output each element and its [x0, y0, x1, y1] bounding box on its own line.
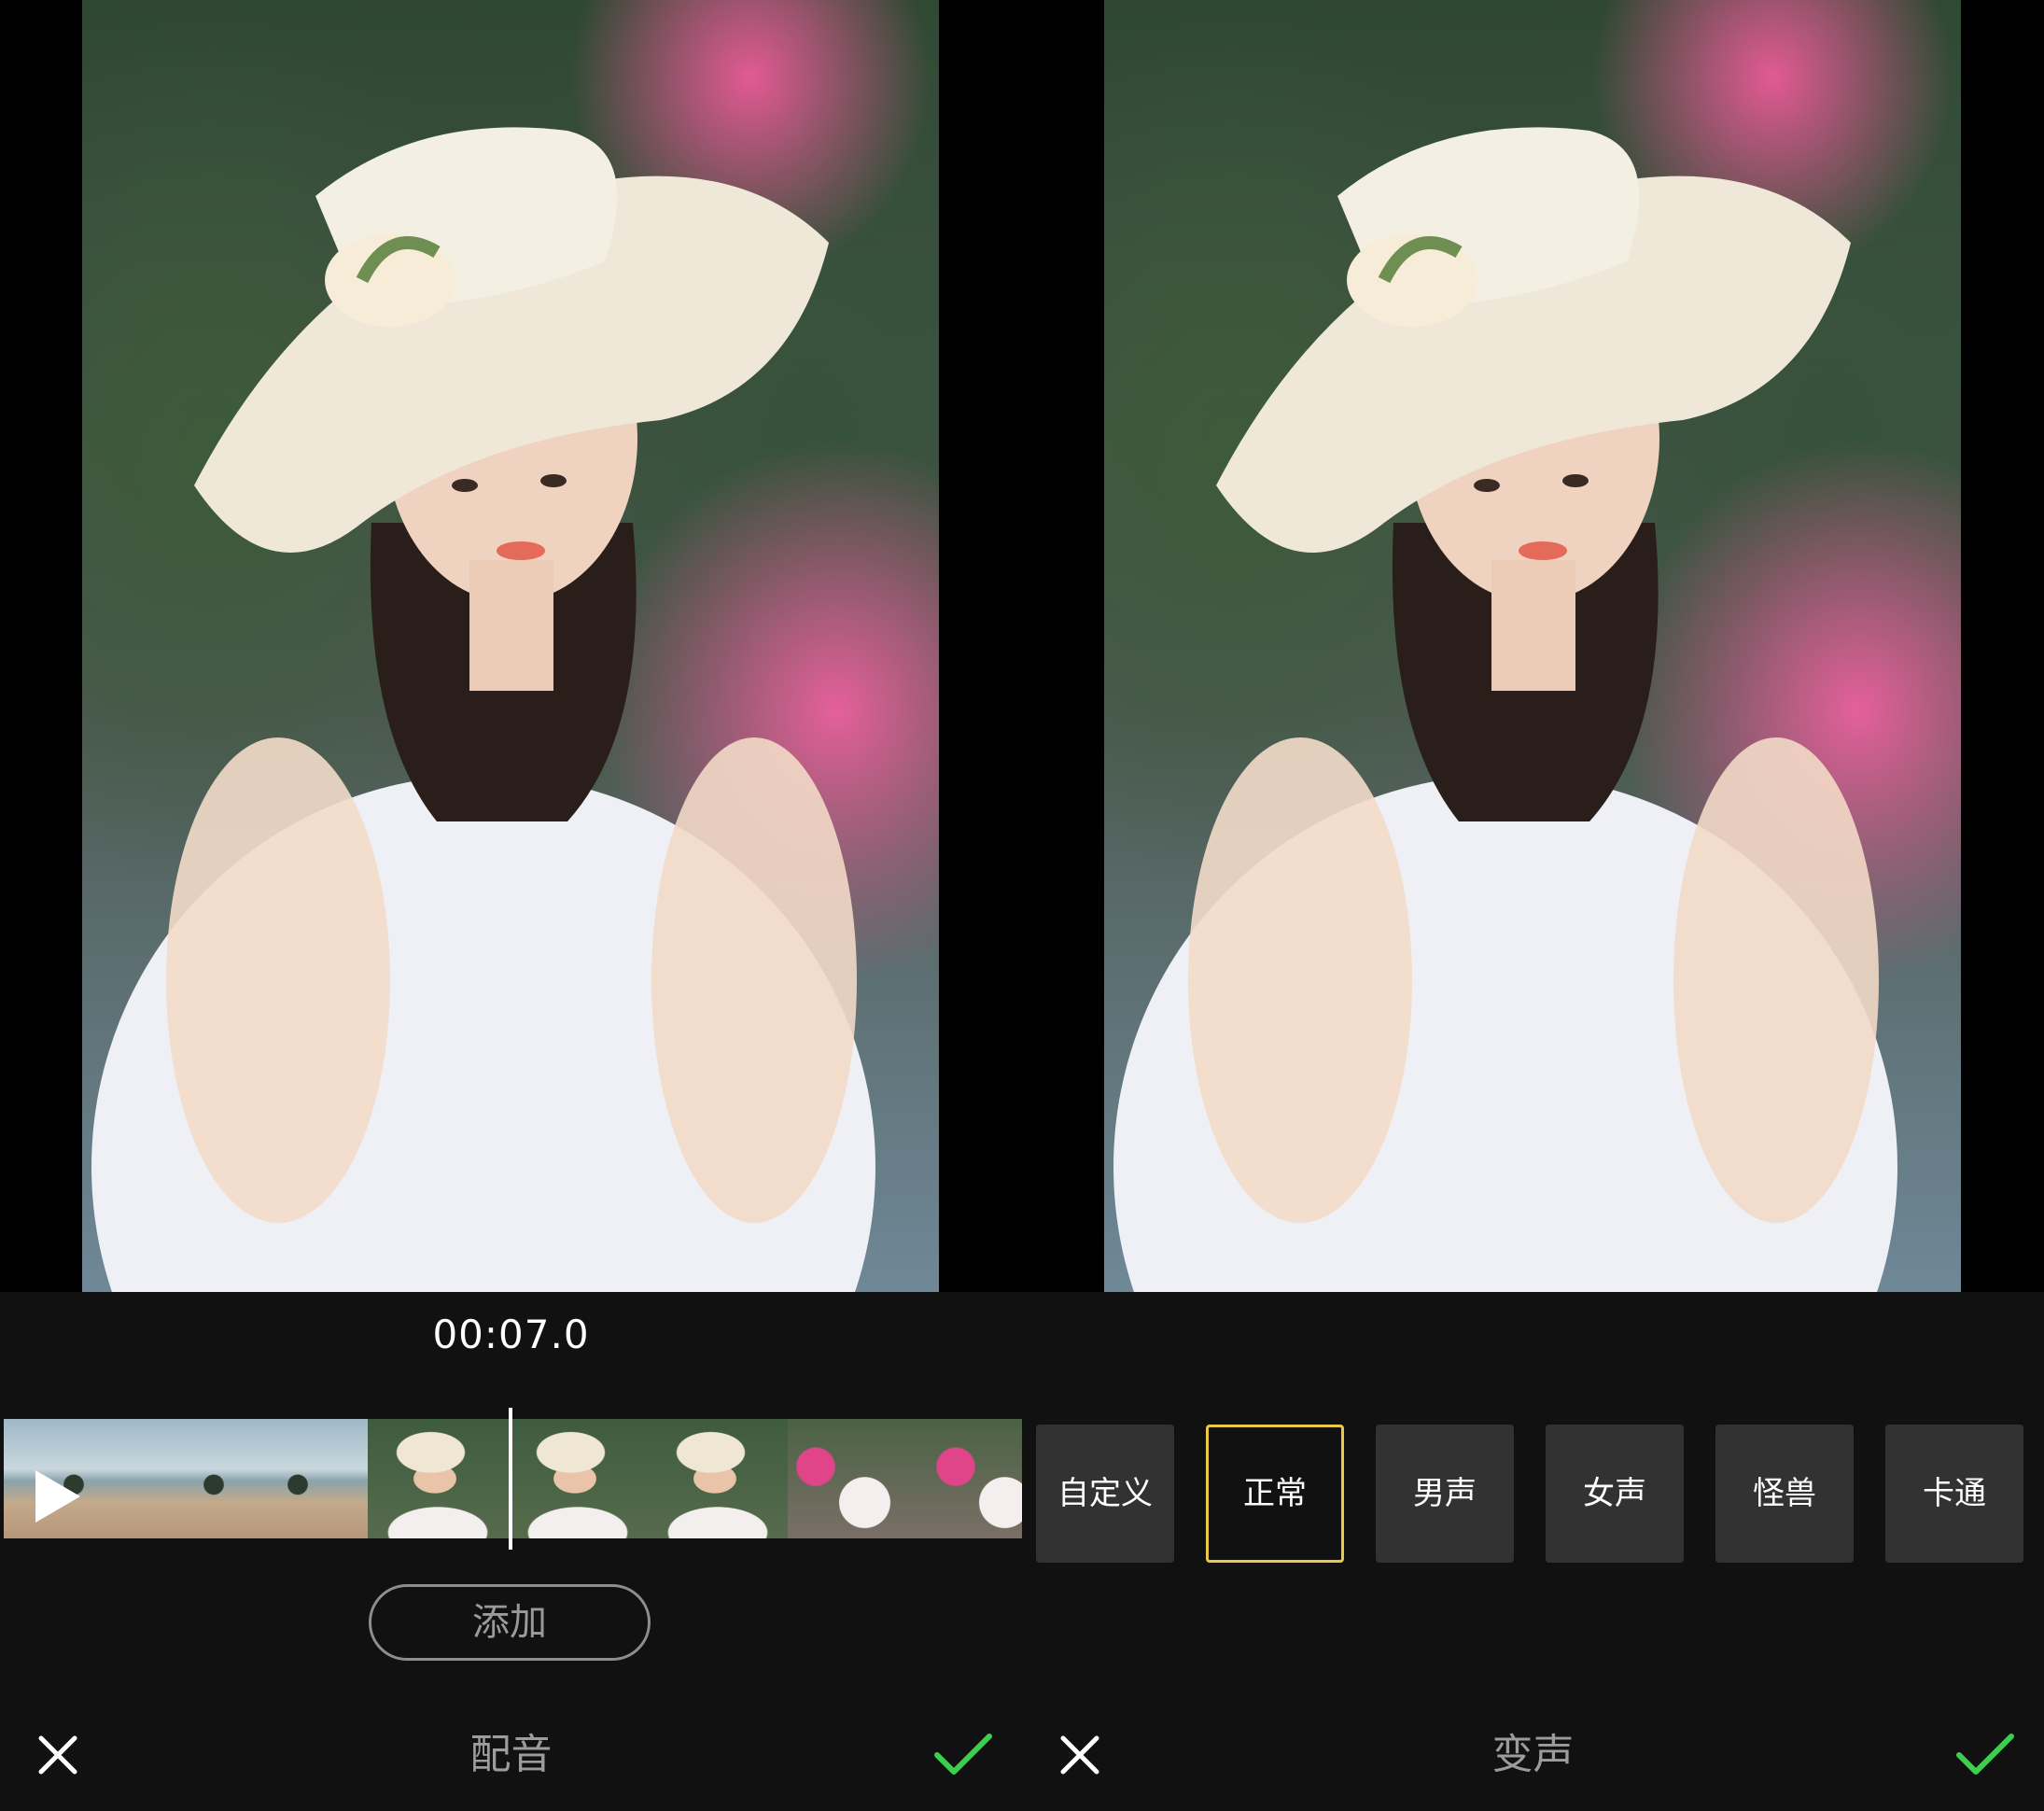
preview-photo — [1104, 0, 1961, 1292]
portrait-illustration — [91, 127, 875, 1292]
effect-male[interactable]: 男声 — [1376, 1425, 1514, 1563]
voice-change-panel: 自定义 正常 男声 女声 怪兽 卡通 变声 — [1022, 0, 2044, 1811]
panel-title: 配音 — [469, 1731, 553, 1778]
voice-effects-list: 自定义 正常 男声 女声 怪兽 卡通 — [1036, 1425, 2044, 1563]
timeline-thumbnail — [368, 1419, 508, 1538]
check-icon[interactable] — [1955, 1731, 2015, 1777]
video-preview[interactable] — [1022, 0, 2044, 1292]
timeline-thumbnail — [928, 1419, 1022, 1538]
bottom-bar: 变声 — [1022, 1718, 2044, 1792]
check-icon[interactable] — [933, 1731, 993, 1777]
panel-title: 变声 — [1491, 1731, 1575, 1778]
play-icon[interactable] — [35, 1470, 80, 1523]
video-preview[interactable] — [0, 0, 1022, 1292]
video-timeline[interactable] — [4, 1419, 1022, 1538]
timeline-thumbnail — [228, 1419, 368, 1538]
timeline-playhead[interactable] — [509, 1408, 512, 1550]
effect-custom[interactable]: 自定义 — [1036, 1425, 1174, 1563]
playback-time: 00:07.0 — [432, 1312, 590, 1357]
effect-normal[interactable]: 正常 — [1206, 1425, 1344, 1563]
add-dubbing-button[interactable]: 添加 — [369, 1584, 651, 1661]
portrait-illustration — [1113, 127, 1897, 1292]
timeline-thumbnail — [788, 1419, 928, 1538]
bottom-bar: 配音 — [0, 1718, 1022, 1792]
effect-monster[interactable]: 怪兽 — [1715, 1425, 1854, 1563]
effect-female[interactable]: 女声 — [1546, 1425, 1684, 1563]
dubbing-panel: 00:07.0 添加 配音 — [0, 0, 1022, 1811]
preview-photo — [82, 0, 939, 1292]
effect-cartoon[interactable]: 卡通 — [1885, 1425, 2023, 1563]
timeline-thumbnail — [648, 1419, 788, 1538]
timeline-thumbnail — [508, 1419, 648, 1538]
